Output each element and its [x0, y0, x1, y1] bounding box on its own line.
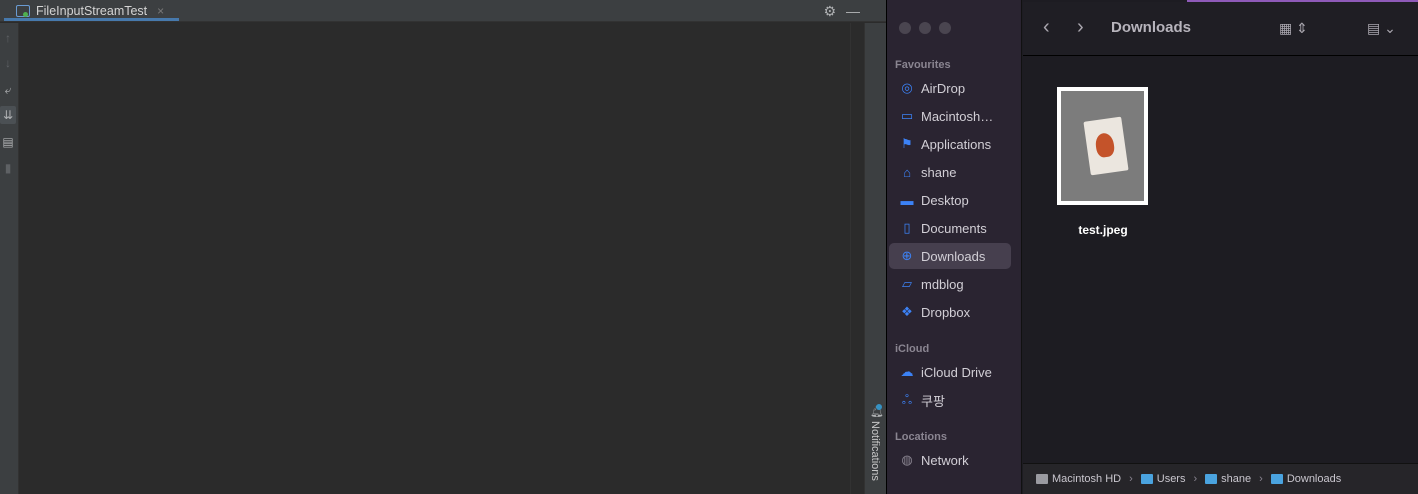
sidebar-item-label: Applications: [921, 136, 992, 152]
shared-icon: ஃ: [901, 391, 913, 407]
finder-toolbar: ‹ › Downloads ▦ ⇕ ▤ ⌄: [1023, 2, 1418, 56]
sidebar-item-network[interactable]: ◍ Network: [889, 447, 1011, 473]
sidebar-item-shane[interactable]: ⌂ shane: [889, 159, 1011, 185]
arrow-down-icon[interactable]: ↓: [0, 54, 16, 72]
sidebar-item-label: Downloads: [921, 248, 986, 264]
right-tool-strip: 🔔︎ Notifications: [864, 23, 886, 494]
scroll-to-end-icon[interactable]: ⇊: [0, 106, 16, 124]
document-icon: ▯: [903, 220, 911, 235]
home-icon: ⌂: [903, 164, 911, 180]
file-name: test.jpeg: [1078, 223, 1128, 237]
sidebar-item-icloud-drive[interactable]: ☁ iCloud Drive: [889, 359, 1011, 385]
path-bar: Macintosh HD › Users › shane › Downloads: [1023, 463, 1418, 494]
sidebar-item-coupang[interactable]: ஃ 쿠팡: [889, 387, 1011, 413]
notification-badge: [876, 404, 882, 410]
desktop-icon: ▬: [900, 192, 914, 208]
cloud-icon: ☁: [900, 364, 914, 379]
window-controls: [899, 22, 951, 34]
run-config-icon: [16, 5, 30, 17]
airdrop-icon: ◎: [901, 80, 913, 95]
ide-run-panel: FileInputStreamTest × ⚙ — ↑ ↓ ⤶ ⇊ ▤ ▮ 🔔︎…: [0, 0, 886, 494]
close-window-button[interactable]: [899, 22, 911, 34]
folder-icon: [1205, 474, 1218, 484]
sidebar-item-label: 쿠팡: [921, 393, 945, 409]
console-output[interactable]: [20, 23, 850, 494]
sidebar-item-desktop[interactable]: ▬ Desktop: [889, 187, 1011, 213]
file-browser-area[interactable]: test.jpeg: [1023, 57, 1418, 463]
applications-icon: ⚑: [901, 136, 913, 151]
downloads-icon: ⊕: [901, 248, 913, 263]
network-icon: ◍: [901, 452, 913, 467]
notifications-tool-button[interactable]: Notifications: [869, 421, 881, 481]
path-separator: ›: [1129, 473, 1133, 485]
zoom-window-button[interactable]: [939, 22, 951, 34]
sidebar-item-macintosh-hd[interactable]: ▭ Macintosh…: [889, 103, 1011, 129]
sidebar-item-airdrop[interactable]: ◎ AirDrop: [889, 75, 1011, 101]
sidebar-item-label: Dropbox: [921, 304, 971, 320]
gear-icon[interactable]: ⚙: [823, 0, 836, 22]
sidebar-item-label: AirDrop: [921, 80, 966, 96]
path-separator: ›: [1259, 473, 1263, 485]
sidebar-item-documents[interactable]: ▯ Documents: [889, 215, 1011, 241]
file-item[interactable]: test.jpeg: [1057, 87, 1149, 237]
folder-icon: [1140, 474, 1153, 484]
print-icon[interactable]: ▤: [0, 133, 16, 151]
sidebar-item-label: iCloud Drive: [921, 364, 992, 380]
sidebar-item-label: Macintosh…: [921, 108, 994, 124]
sidebar-item-label: shane: [921, 164, 957, 180]
sidebar-header-locations: Locations: [895, 431, 947, 443]
sidebar-item-applications[interactable]: ⚑ Applications: [889, 131, 1011, 157]
dropbox-icon: ❖: [901, 304, 913, 319]
sidebar-item-mdblog[interactable]: ▱ mdblog: [889, 271, 1011, 297]
window-title: Downloads: [1111, 19, 1192, 36]
close-icon[interactable]: ×: [157, 4, 164, 18]
minimize-window-button[interactable]: [919, 22, 931, 34]
tab-label: FileInputStreamTest: [36, 4, 148, 18]
back-icon[interactable]: ‹: [1043, 15, 1050, 39]
sidebar-item-downloads[interactable]: ⊕ Downloads: [889, 243, 1011, 269]
run-tab-bar: FileInputStreamTest × ⚙ —: [0, 0, 886, 22]
finder-sidebar: Favourites ◎ AirDrop ▭ Macintosh… ⚑ Appl…: [887, 0, 1022, 494]
image-thumbnail: [1057, 87, 1148, 205]
sidebar-header-favourites: Favourites: [895, 59, 951, 71]
trash-icon[interactable]: ▮: [0, 159, 16, 177]
arrow-up-icon[interactable]: ↑: [0, 29, 16, 47]
sidebar-item-label: mdblog: [921, 276, 964, 292]
path-separator: ›: [1193, 473, 1198, 485]
path-segment[interactable]: Macintosh HD: [1052, 473, 1121, 485]
path-segment[interactable]: shane: [1221, 473, 1251, 485]
sidebar-item-dropbox[interactable]: ❖ Dropbox: [889, 299, 1011, 325]
sidebar-item-label: Documents: [921, 220, 987, 236]
forward-icon[interactable]: ›: [1077, 15, 1084, 39]
console-scrollbar[interactable]: [850, 23, 864, 494]
folder-icon: ▱: [902, 276, 912, 291]
sidebar-item-label: Desktop: [921, 192, 969, 208]
group-by-icon[interactable]: ▤ ⌄: [1367, 20, 1396, 37]
folder-icon: [1270, 474, 1283, 484]
minimize-icon[interactable]: —: [846, 0, 860, 22]
hard-drive-icon: [1036, 474, 1048, 484]
soft-wrap-icon[interactable]: ⤶: [0, 81, 16, 99]
path-segment[interactable]: Downloads: [1287, 473, 1341, 485]
view-mode-icon[interactable]: ▦ ⇕: [1279, 20, 1308, 37]
finder-window: Favourites ◎ AirDrop ▭ Macintosh… ⚑ Appl…: [886, 0, 1418, 494]
active-tab-indicator: [4, 18, 179, 21]
sidebar-header-icloud: iCloud: [895, 343, 930, 355]
disk-icon: ▭: [900, 108, 914, 123]
sidebar-item-label: Network: [921, 452, 969, 468]
console-toolbar: ↑ ↓ ⤶ ⇊ ▤ ▮: [0, 23, 19, 494]
path-segment[interactable]: Users: [1157, 473, 1186, 485]
